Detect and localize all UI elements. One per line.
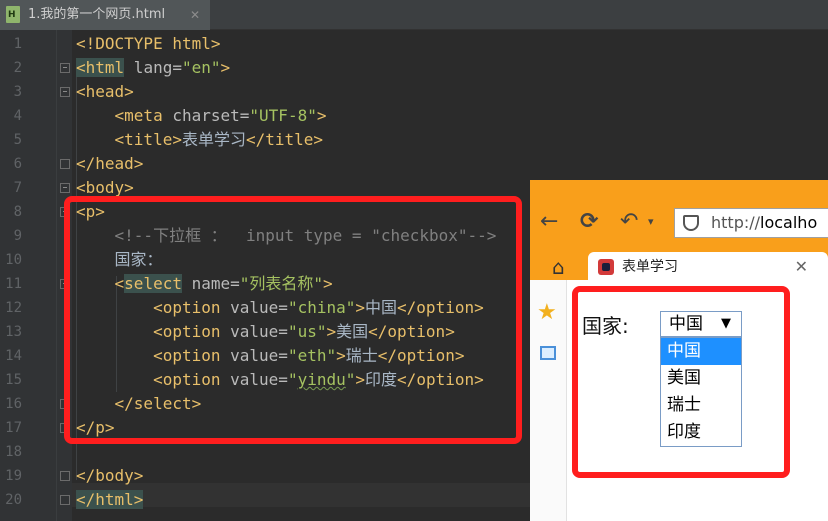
address-bar[interactable]: http://localho (674, 208, 828, 238)
line-number: 16 (5, 396, 22, 412)
line-number: 6 (13, 156, 22, 172)
line-number: 3 (13, 84, 22, 100)
line-number: 10 (5, 252, 22, 268)
favicon-icon (598, 259, 614, 275)
browser-window: ← ⟳ ↶ ▾ http://localho ⌂ 表单学习 ✕ ★ 国家: 中国… (530, 180, 828, 521)
browser-tab[interactable]: 表单学习 ✕ (588, 252, 828, 282)
fold-toggle-icon[interactable] (60, 63, 70, 73)
code-line-3: <head> (76, 82, 134, 101)
fold-toggle-icon[interactable] (60, 183, 70, 193)
code-line-4: <meta charset="UTF-8"> (114, 106, 327, 125)
undo-icon[interactable]: ↶ (620, 208, 638, 236)
line-number: 7 (13, 180, 22, 196)
shield-icon (683, 215, 699, 231)
output-highlight-box (572, 286, 790, 478)
code-line-5: <title>表单学习</title> (114, 130, 324, 149)
line-number: 14 (5, 348, 22, 364)
line-number: 11 (5, 276, 22, 292)
line-number: 15 (5, 372, 22, 388)
url-scheme: http:// (711, 213, 761, 232)
html-file-icon (6, 6, 20, 23)
line-number: 18 (5, 444, 22, 460)
code-line-20: </html> (76, 490, 144, 509)
code-line-6: </head> (76, 154, 144, 173)
line-number: 4 (13, 108, 22, 124)
line-number-gutter: 1 2 3 4 5 6 7 8 9 10 11 12 13 14 15 16 1… (0, 30, 72, 521)
line-number: 8 (13, 204, 22, 220)
refresh-icon[interactable]: ⟳ (580, 208, 598, 236)
browser-toolbar: ← ⟳ ↶ ▾ http://localho ⌂ 表单学习 ✕ (530, 180, 828, 282)
line-number: 20 (5, 492, 22, 508)
line-number: 12 (5, 300, 22, 316)
line-number: 1 (13, 36, 22, 52)
editor-tab-bar: 1.我的第一个网页.html ✕ (0, 0, 828, 30)
back-arrow-icon[interactable]: ← (540, 208, 558, 236)
fold-end-icon[interactable] (60, 471, 70, 481)
browser-sidebar: ★ (530, 280, 567, 521)
code-line-19: </body> (76, 466, 144, 485)
fold-toggle-icon[interactable] (60, 87, 70, 97)
code-line-2: <html lang="en"> (76, 58, 231, 77)
line-number: 19 (5, 468, 22, 484)
monitor-icon[interactable] (540, 346, 556, 360)
line-number: 2 (13, 60, 22, 76)
fold-end-icon[interactable] (60, 159, 70, 169)
gutter-separator (56, 30, 57, 521)
code-line-1: <!DOCTYPE html> (76, 34, 221, 53)
browser-tab-title: 表单学习 (622, 259, 678, 275)
line-number: 13 (5, 324, 22, 340)
home-icon[interactable]: ⌂ (552, 256, 565, 278)
editor-tab-file[interactable]: 1.我的第一个网页.html ✕ (0, 0, 210, 30)
line-number: 17 (5, 420, 22, 436)
tab-close-icon[interactable]: ✕ (190, 0, 200, 30)
tab-close-icon[interactable]: ✕ (795, 252, 808, 282)
fold-end-icon[interactable] (60, 495, 70, 505)
star-icon[interactable]: ★ (537, 300, 557, 325)
line-number: 9 (13, 228, 22, 244)
url-host: localho (760, 213, 818, 232)
editor-tab-title: 1.我的第一个网页.html (28, 7, 166, 22)
code-highlight-box (64, 196, 522, 444)
chevron-down-icon[interactable]: ▾ (648, 208, 654, 236)
line-number: 5 (13, 132, 22, 148)
